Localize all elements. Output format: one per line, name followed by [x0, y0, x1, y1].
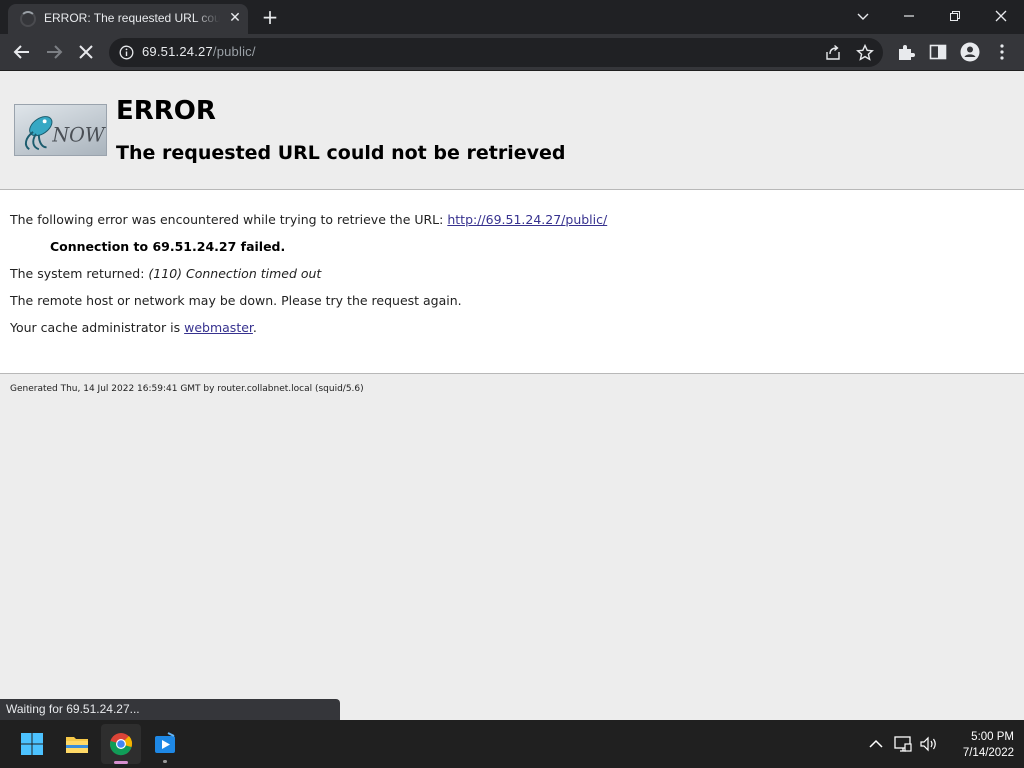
- folder-icon: [66, 737, 88, 753]
- windows-icon: [21, 733, 43, 755]
- speaker-icon: [920, 736, 936, 752]
- page-title: ERROR: [116, 96, 216, 126]
- cache-suffix: .: [252, 320, 257, 335]
- back-button[interactable]: [8, 38, 36, 66]
- intro-line: The following error was encountered whil…: [10, 212, 607, 227]
- webmaster-link[interactable]: webmaster: [184, 320, 253, 335]
- failure-message: Connection to 69.51.24.27 failed.: [50, 239, 286, 254]
- volume-button[interactable]: [918, 734, 938, 754]
- close-icon: [995, 10, 1007, 22]
- minimize-button[interactable]: [895, 3, 923, 29]
- address-path: /public/: [212, 44, 256, 59]
- taskbar-chrome[interactable]: [101, 724, 141, 764]
- loading-spinner-icon: [20, 11, 36, 27]
- side-panel-button[interactable]: [927, 41, 949, 63]
- page-content: NOW ERROR The requested URL could not be…: [0, 72, 1024, 720]
- cache-prefix: Your cache administrator is: [10, 320, 185, 335]
- tab-close-button[interactable]: ✕: [226, 9, 244, 27]
- squid-logo: NOW: [14, 104, 107, 156]
- error-header: NOW ERROR The requested URL could not be…: [0, 72, 1024, 190]
- system-error: (110) Connection timed out: [148, 266, 322, 281]
- chevron-down-icon: [857, 13, 869, 20]
- taskbar-clock[interactable]: 5:00 PM 7/14/2022: [944, 729, 1014, 761]
- close-window-button[interactable]: [987, 3, 1015, 29]
- url-link[interactable]: http://69.51.24.27/public/: [447, 212, 607, 227]
- remote-message: The remote host or network may be down. …: [10, 293, 462, 308]
- network-icon: [894, 736, 912, 752]
- tab-strip: ERROR: The requested URL could not be re…: [0, 0, 1024, 34]
- active-indicator: [114, 761, 128, 764]
- tab-search-button[interactable]: [849, 3, 877, 29]
- start-button[interactable]: [12, 724, 52, 764]
- stop-loading-button[interactable]: [72, 38, 100, 66]
- clock-date: 7/14/2022: [962, 747, 1014, 759]
- address-text[interactable]: 69.51.24.27/public/: [142, 44, 256, 59]
- error-body: The following error was encountered whil…: [0, 190, 1024, 373]
- taskbar: 5:00 PM 7/14/2022: [0, 720, 1024, 768]
- bookmark-star-button[interactable]: [855, 43, 875, 63]
- menu-button[interactable]: [991, 41, 1013, 63]
- star-icon: [856, 43, 874, 61]
- running-indicator: [163, 760, 167, 763]
- address-host: 69.51.24.27: [142, 44, 213, 59]
- footer-text: Generated Thu, 14 Jul 2022 16:59:41 GMT …: [10, 384, 364, 394]
- tab-title: ERROR: The requested URL could not be re…: [44, 11, 220, 25]
- arrow-left-icon: [13, 45, 29, 59]
- side-panel-icon: [929, 44, 947, 60]
- intro-text: The following error was encountered whil…: [10, 212, 448, 227]
- network-button[interactable]: [893, 734, 913, 754]
- profile-button[interactable]: [959, 41, 981, 63]
- status-bubble: Waiting for 69.51.24.27...: [0, 699, 340, 720]
- chrome-icon: [109, 733, 133, 756]
- browser-toolbar: 69.51.24.27/public/: [0, 34, 1024, 71]
- share-icon: [826, 44, 840, 60]
- system-prefix: The system returned:: [10, 266, 149, 281]
- page-subtitle: The requested URL could not be retrieved: [116, 142, 566, 164]
- restore-icon: [950, 11, 960, 21]
- cache-line: Your cache administrator is webmaster.: [10, 320, 257, 335]
- taskbar-media-app[interactable]: [145, 724, 185, 764]
- clock-time: 5:00 PM: [971, 731, 1014, 743]
- close-icon: [79, 45, 93, 59]
- share-button[interactable]: [823, 43, 843, 63]
- restore-button[interactable]: [941, 3, 969, 29]
- logo-text: NOW: [51, 124, 106, 147]
- show-hidden-icons-button[interactable]: [866, 734, 886, 754]
- divider: [0, 373, 1024, 374]
- person-icon: [960, 42, 980, 62]
- minimize-icon: [904, 15, 914, 17]
- new-tab-button[interactable]: +: [258, 6, 282, 28]
- forward-button[interactable]: [40, 38, 68, 66]
- more-vertical-icon: [1000, 44, 1004, 60]
- tab-active[interactable]: ERROR: The requested URL could not be re…: [8, 4, 248, 34]
- chevron-up-icon: [869, 739, 883, 748]
- media-player-icon: [155, 732, 175, 753]
- taskbar-file-explorer[interactable]: [57, 724, 97, 764]
- info-icon[interactable]: [119, 45, 134, 60]
- extensions-button[interactable]: [895, 41, 917, 63]
- puzzle-icon: [899, 45, 915, 60]
- arrow-right-icon: [47, 45, 63, 59]
- address-bar[interactable]: 69.51.24.27/public/: [109, 38, 883, 67]
- squid-logo-icon: NOW: [24, 116, 107, 151]
- system-line: The system returned: (110) Connection ti…: [10, 266, 321, 281]
